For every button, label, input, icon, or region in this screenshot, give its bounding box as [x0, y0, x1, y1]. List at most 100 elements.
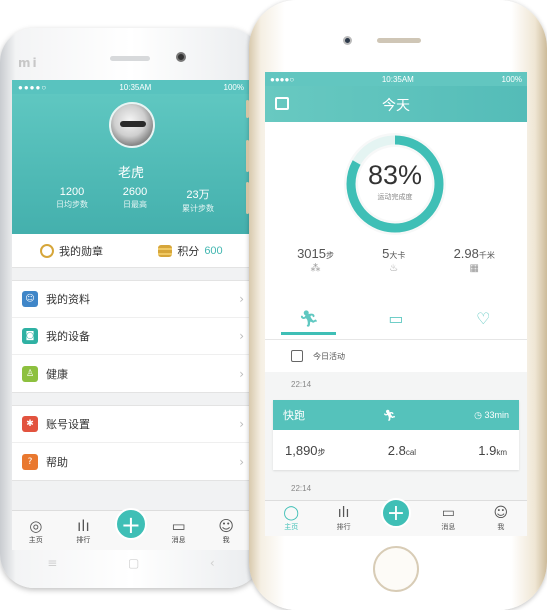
- menu-item-label: 账号设置: [46, 418, 90, 431]
- tab-activity[interactable]: 🏃︎: [265, 298, 352, 339]
- run-icon: 🏃︎: [298, 309, 319, 328]
- tab-home[interactable]: ◎ 主页: [12, 517, 60, 545]
- clock-icon: ◷: [474, 409, 485, 420]
- metric-steps: 3015步 ⁂: [297, 246, 334, 274]
- tab-label: 我: [222, 535, 230, 544]
- stat-label: 日最高: [123, 200, 147, 209]
- profile-stats: 1200 日均步数 2600 日最高 23万 累计步数: [42, 186, 228, 214]
- chevron-right-icon: ›: [239, 329, 244, 343]
- next-entry-time: 22:14: [291, 484, 312, 493]
- tab-messages[interactable]: ▭ 消息: [422, 505, 474, 532]
- progress-percent: 83%: [367, 160, 423, 190]
- medals-button[interactable]: 我的勋章: [12, 243, 131, 259]
- stat-daily-average: 1200 日均步数: [42, 186, 102, 214]
- front-camera: [343, 36, 352, 45]
- profile-name: 老虎: [117, 166, 144, 181]
- activity-card-header: 快跑 🏃︎ ◷ 33min: [273, 400, 519, 430]
- nav-bar: 今天: [265, 86, 527, 122]
- watch-icon: ◙: [22, 328, 38, 344]
- tab-ranking[interactable]: ılı 排行: [60, 517, 108, 545]
- badges-row: 我的勋章 积分 600: [12, 234, 250, 268]
- entry-calories: 2.8cal: [388, 443, 416, 458]
- tab-sleep[interactable]: ▭: [352, 298, 439, 339]
- metric-unit: 大卡: [389, 251, 406, 260]
- medal-icon: [40, 243, 54, 258]
- profile-header: 老虎 1200 日均步数 2600 日最高 23万 累计步数: [12, 94, 250, 234]
- tab-ranking[interactable]: ılı 排行: [317, 505, 369, 532]
- stat-value: 23万: [186, 189, 210, 201]
- entry-dist-value: 1.9: [478, 442, 497, 458]
- user-icon: ☺: [218, 516, 234, 535]
- bottom-tab-bar: ◯ 主页 ılı 排行 + ▭ 消息 ☺ 我: [265, 497, 527, 536]
- activity-duration: ◷ 33min: [474, 410, 509, 421]
- status-time: 10:35AM: [381, 74, 414, 84]
- status-bar: ●●●●○ 10:35AM 100%: [265, 72, 527, 86]
- bed-icon: ▭: [388, 309, 404, 328]
- brand-logo: mi: [18, 56, 39, 70]
- iphone: ●●●●○ 10:35AM 100% 今天 83% 运动完成度 3015步 ⁂ …: [246, 0, 547, 610]
- menu-item-help[interactable]: ? 帮助 ›: [12, 443, 250, 480]
- tab-home[interactable]: ◯ 主页: [265, 505, 317, 532]
- chevron-right-icon: ›: [239, 292, 244, 306]
- run-icon: 🏃︎: [382, 408, 397, 422]
- help-icon: ?: [22, 453, 38, 470]
- tab-me[interactable]: ☺ 我: [202, 517, 250, 545]
- page-title: 今天: [382, 98, 410, 114]
- home-button[interactable]: [373, 546, 419, 592]
- status-bar: ●●●●○ 10:35AM 100%: [12, 80, 250, 94]
- menu-key-icon[interactable]: ≡: [47, 556, 57, 570]
- entry-steps-unit: 步: [317, 447, 326, 457]
- home-key-icon[interactable]: ▢: [128, 556, 139, 570]
- stat-label: 累计步数: [182, 204, 214, 213]
- tab-label: 主页: [284, 523, 299, 531]
- entry-distance: 1.9km: [478, 443, 507, 458]
- tab-label: 排行: [76, 535, 91, 544]
- tab-label: 主页: [28, 535, 43, 544]
- metrics-row: 3015步 ⁂ 5大卡 ♨ 2.98千米 ▦: [273, 246, 519, 274]
- bars-icon: ılı: [337, 505, 350, 521]
- map-icon: ▦: [469, 263, 479, 274]
- tab-add[interactable]: +: [107, 507, 155, 540]
- sunglasses-icon: [120, 121, 146, 127]
- menu-item-health[interactable]: ♙ 健康 ›: [12, 355, 250, 392]
- status-battery: 100%: [501, 74, 522, 84]
- tab-add[interactable]: +: [370, 497, 422, 528]
- tab-messages[interactable]: ▭ 消息: [155, 517, 203, 545]
- heart-icon: ♡: [476, 309, 491, 328]
- metric-distance: 2.98千米 ▦: [454, 246, 495, 274]
- points-value: 600: [204, 244, 223, 257]
- tab-me[interactable]: ☺ 我: [475, 505, 527, 532]
- menu-item-account-settings[interactable]: ✱ 账号设置 ›: [12, 406, 250, 443]
- android-phone: mi ●●●●○ 10:35AM 100% 老虎 1200 日均步数 2600: [0, 28, 262, 588]
- points-label: 积分: [177, 244, 200, 258]
- activity-log-icon: [291, 350, 303, 362]
- stat-value: 1200: [59, 186, 85, 198]
- tab-label: 排行: [336, 523, 351, 531]
- stat-label: 日均步数: [56, 200, 88, 209]
- entry-steps-value: 1,890: [285, 442, 318, 458]
- chevron-right-icon: ›: [239, 366, 244, 381]
- activity-card[interactable]: 快跑 🏃︎ ◷ 33min 1,890步 2.8cal 1.9km: [273, 400, 519, 470]
- back-key-icon[interactable]: ‹: [210, 556, 215, 570]
- volume-down-button: [246, 182, 249, 214]
- stat-total-steps: 23万 累计步数: [168, 186, 228, 214]
- coins-icon: [158, 244, 173, 257]
- gear-icon: ✱: [22, 416, 38, 432]
- entry-time: 22:14: [291, 380, 312, 389]
- bottom-tab-bar: ◎ 主页 ılı 排行 + ▭ 消息 ☺ 我: [12, 507, 250, 550]
- menu-item-profile[interactable]: ☺ 我的资料 ›: [12, 281, 250, 318]
- menu-group-secondary: ✱ 账号设置 › ? 帮助 ›: [12, 405, 250, 481]
- entry-steps: 1,890步: [285, 443, 326, 458]
- footsteps-icon: ⁂: [310, 263, 321, 274]
- status-time: 10:35AM: [119, 82, 152, 92]
- points-button[interactable]: 积分 600: [131, 243, 250, 259]
- menu-item-devices[interactable]: ◙ 我的设备 ›: [12, 318, 250, 355]
- duration-value: 33min: [484, 409, 509, 420]
- avatar[interactable]: [109, 102, 155, 148]
- profile-icon: ☺: [22, 291, 38, 307]
- tab-heart-rate[interactable]: ♡: [440, 298, 527, 339]
- metric-calories: 5大卡 ♨: [382, 246, 405, 274]
- person-icon: ♙: [22, 365, 38, 382]
- progress-text: 83% 运动完成度: [339, 160, 451, 202]
- menu-item-label: 帮助: [46, 455, 68, 469]
